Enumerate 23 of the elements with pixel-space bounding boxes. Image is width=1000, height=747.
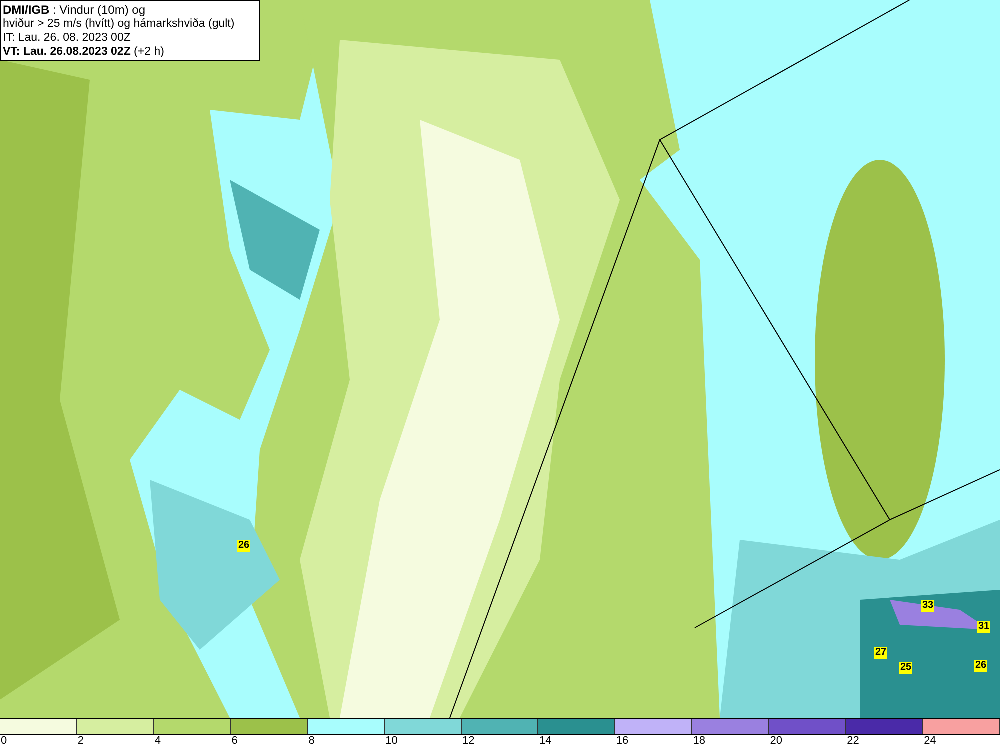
legend-tick: 16	[616, 735, 629, 747]
gust-label: 27	[874, 647, 888, 659]
legend-tick: 2	[78, 735, 84, 747]
legend-tick: 6	[232, 735, 238, 747]
legend-tick: 10	[386, 735, 398, 747]
legend-tick: 0	[1, 735, 8, 747]
gust-label: 26	[237, 540, 251, 552]
legend-tick: 20	[770, 735, 782, 747]
legend-tick: 8	[308, 735, 315, 747]
caption-line: IT: Lau. 26. 08. 2023 00Z	[3, 31, 132, 45]
legend-tick: 14	[539, 735, 552, 747]
gust-label: 31	[977, 621, 991, 633]
caption-line: VT: Lau. 26.08.2023 02Z (+2 h)	[3, 45, 166, 59]
caption-line: hviður > 25 m/s (hvítt) og hámarkshviða (gult)	[3, 17, 235, 31]
gust-label: 25	[899, 662, 913, 674]
legend-tick: 4	[154, 735, 161, 747]
legend-tick: 18	[693, 735, 706, 747]
caption-line: DMI/IGB : Vindur (10m) og	[3, 3, 146, 17]
gust-label: 33	[921, 600, 935, 612]
legend-tick: 24	[924, 735, 936, 747]
legend-tick: 12	[462, 735, 475, 747]
gust-label: 26	[974, 660, 988, 672]
legend-tick: 22	[847, 735, 860, 747]
